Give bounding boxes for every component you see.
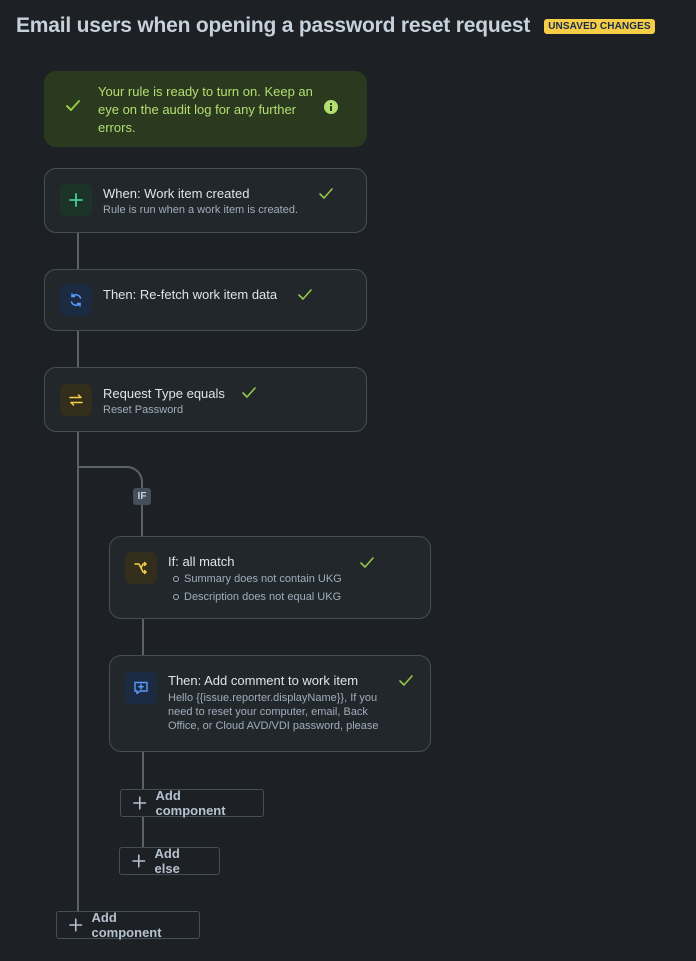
unsaved-changes-badge: UNSAVED CHANGES bbox=[544, 18, 655, 34]
if-conditions-list: Summary does not contain UKG Description… bbox=[168, 570, 342, 606]
swap-icon bbox=[60, 384, 92, 416]
trigger-title: When: Work item created bbox=[103, 186, 250, 201]
if-condition-item: Description does not equal UKG bbox=[168, 588, 342, 606]
add-else-label: Add else bbox=[154, 846, 180, 876]
branch-icon bbox=[125, 552, 157, 584]
refresh-icon bbox=[60, 284, 92, 316]
connector-line bbox=[142, 617, 144, 655]
check-icon bbox=[298, 289, 312, 300]
add-else-button[interactable]: Add else bbox=[119, 846, 220, 876]
plus-icon bbox=[60, 184, 92, 216]
branch-add-component-button[interactable]: Add component bbox=[120, 788, 264, 818]
condition-subtitle: Reset Password bbox=[103, 404, 184, 416]
comment-action-title: Then: Add comment to work item bbox=[168, 673, 359, 688]
comment-icon bbox=[125, 672, 157, 704]
if-condition-item: Summary does not contain UKG bbox=[168, 570, 342, 588]
check-icon bbox=[319, 188, 333, 199]
page-header: Email users when opening a password rese… bbox=[16, 14, 655, 38]
connector-line bbox=[77, 330, 79, 368]
notice-text: Your rule is ready to turn on. Keep an e… bbox=[98, 84, 313, 135]
condition-card[interactable]: Request Type equals Reset Password bbox=[44, 367, 367, 432]
check-icon bbox=[242, 387, 256, 398]
plus-icon bbox=[133, 796, 147, 810]
page-title: Email users when opening a password rese… bbox=[16, 14, 531, 37]
add-component-button[interactable]: Add component bbox=[56, 910, 200, 940]
check-icon bbox=[360, 557, 374, 568]
add-component-label: Add component bbox=[155, 788, 226, 818]
check-icon bbox=[399, 675, 413, 686]
trigger-subtitle: Rule is run when a work item is created. bbox=[103, 204, 299, 216]
refetch-action-card[interactable]: Then: Re-fetch work item data bbox=[44, 269, 367, 331]
refetch-title: Then: Re-fetch work item data bbox=[103, 287, 278, 302]
trigger-card[interactable]: When: Work item created Rule is run when… bbox=[44, 168, 367, 233]
success-notice: Your rule is ready to turn on. Keep an e… bbox=[44, 71, 367, 147]
comment-action-card[interactable]: Then: Add comment to work item Hello {{i… bbox=[109, 655, 431, 752]
connector-line bbox=[77, 232, 79, 270]
info-icon[interactable] bbox=[323, 99, 339, 115]
condition-title: Request Type equals bbox=[103, 386, 225, 401]
check-icon bbox=[66, 100, 80, 111]
comment-body: Hello {{issue.reporter.displayName}}, If… bbox=[168, 692, 379, 732]
add-component-label: Add component bbox=[91, 910, 162, 940]
if-branch-label: IF bbox=[133, 488, 151, 505]
if-block-title: If: all match bbox=[168, 554, 235, 569]
if-block-card[interactable]: If: all match Summary does not contain U… bbox=[109, 536, 431, 619]
plus-icon bbox=[132, 854, 146, 868]
plus-icon bbox=[69, 918, 83, 932]
